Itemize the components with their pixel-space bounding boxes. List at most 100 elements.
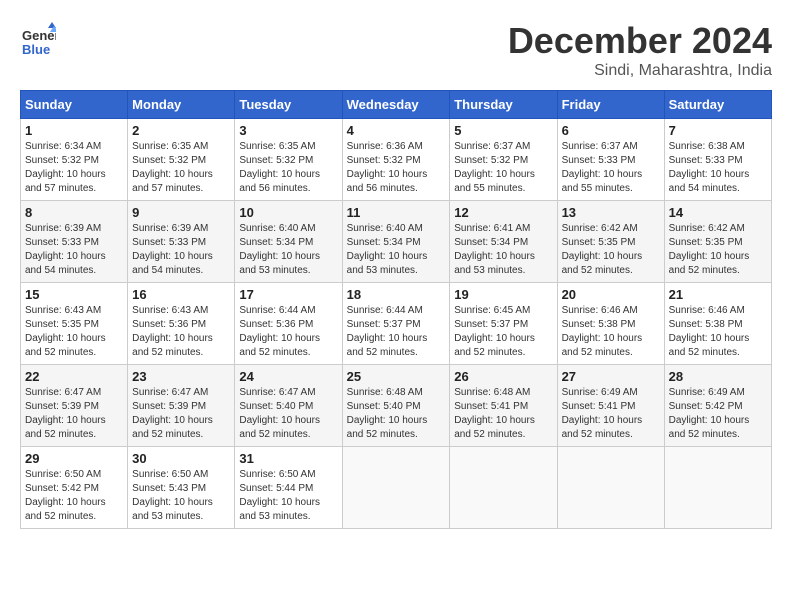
day-number: 7 <box>669 123 767 138</box>
calendar-week-row: 22 Sunrise: 6:47 AM Sunset: 5:39 PM Dayli… <box>21 365 772 447</box>
calendar-cell: 9Sunrise: 6:39 AM Sunset: 5:33 PM Daylig… <box>128 201 235 283</box>
day-info: Sunrise: 6:43 AM Sunset: 5:35 PM Dayligh… <box>25 304 123 360</box>
weekday-header: Wednesday <box>342 91 450 119</box>
day-info: Sunrise: 6:42 AM Sunset: 5:35 PM Dayligh… <box>562 222 660 278</box>
title-block: December 2024 Sindi, Maharashtra, India <box>508 20 772 80</box>
weekday-header: Monday <box>128 91 235 119</box>
day-number: 14 <box>669 205 767 220</box>
day-info: Sunrise: 6:45 AM Sunset: 5:37 PM Dayligh… <box>454 304 552 360</box>
day-info: Sunrise: 6:37 AM Sunset: 5:32 PM Dayligh… <box>454 140 552 196</box>
calendar-cell: 30 Sunrise: 6:50 AM Sunset: 5:43 PM Dayli… <box>128 447 235 529</box>
day-number: 18 <box>347 287 446 302</box>
day-info: Sunrise: 6:38 AM Sunset: 5:33 PM Dayligh… <box>669 140 767 196</box>
day-info: Sunrise: 6:48 AM Sunset: 5:41 PM Dayligh… <box>454 386 552 442</box>
day-number: 21 <box>669 287 767 302</box>
calendar-cell: 15 Sunrise: 6:43 AM Sunset: 5:35 PM Dayli… <box>21 283 128 365</box>
day-number: 15 <box>25 287 123 302</box>
day-info: Sunrise: 6:49 AM Sunset: 5:42 PM Dayligh… <box>669 386 767 442</box>
day-info: Sunrise: 6:39 AM Sunset: 5:33 PM Dayligh… <box>132 222 230 278</box>
day-number: 17 <box>239 287 337 302</box>
day-number: 5 <box>454 123 552 138</box>
calendar-cell: 23 Sunrise: 6:47 AM Sunset: 5:39 PM Dayli… <box>128 365 235 447</box>
day-info: Sunrise: 6:34 AM Sunset: 5:32 PM Dayligh… <box>25 140 123 196</box>
calendar-week-row: 1 Sunrise: 6:34 AM Sunset: 5:32 PM Daylig… <box>21 119 772 201</box>
calendar-cell: 2Sunrise: 6:35 AM Sunset: 5:32 PM Daylig… <box>128 119 235 201</box>
calendar-cell: 21 Sunrise: 6:46 AM Sunset: 5:38 PM Dayli… <box>664 283 771 365</box>
calendar-week-row: 15 Sunrise: 6:43 AM Sunset: 5:35 PM Dayli… <box>21 283 772 365</box>
calendar-cell <box>342 447 450 529</box>
calendar-cell: 18 Sunrise: 6:44 AM Sunset: 5:37 PM Dayli… <box>342 283 450 365</box>
day-info: Sunrise: 6:46 AM Sunset: 5:38 PM Dayligh… <box>669 304 767 360</box>
day-info: Sunrise: 6:39 AM Sunset: 5:33 PM Dayligh… <box>25 222 123 278</box>
calendar-cell: 6Sunrise: 6:37 AM Sunset: 5:33 PM Daylig… <box>557 119 664 201</box>
weekday-header: Friday <box>557 91 664 119</box>
day-info: Sunrise: 6:50 AM Sunset: 5:42 PM Dayligh… <box>25 468 123 524</box>
calendar-cell: 5 Sunrise: 6:37 AM Sunset: 5:32 PM Daylig… <box>450 119 557 201</box>
day-number: 22 <box>25 369 123 384</box>
weekday-header: Saturday <box>664 91 771 119</box>
calendar-cell: 12 Sunrise: 6:41 AM Sunset: 5:34 PM Dayli… <box>450 201 557 283</box>
calendar-cell: 11 Sunrise: 6:40 AM Sunset: 5:34 PM Dayli… <box>342 201 450 283</box>
calendar-cell: 24Sunrise: 6:47 AM Sunset: 5:40 PM Dayli… <box>235 365 342 447</box>
day-number: 28 <box>669 369 767 384</box>
day-number: 27 <box>562 369 660 384</box>
day-info: Sunrise: 6:46 AM Sunset: 5:38 PM Dayligh… <box>562 304 660 360</box>
day-info: Sunrise: 6:35 AM Sunset: 5:32 PM Dayligh… <box>239 140 337 196</box>
day-number: 25 <box>347 369 446 384</box>
calendar-cell <box>557 447 664 529</box>
svg-text:General: General <box>22 28 56 43</box>
calendar-cell: 29 Sunrise: 6:50 AM Sunset: 5:42 PM Dayli… <box>21 447 128 529</box>
day-info: Sunrise: 6:44 AM Sunset: 5:36 PM Dayligh… <box>239 304 337 360</box>
day-number: 10 <box>239 205 337 220</box>
day-info: Sunrise: 6:40 AM Sunset: 5:34 PM Dayligh… <box>239 222 337 278</box>
day-number: 29 <box>25 451 123 466</box>
calendar-cell: 10 Sunrise: 6:40 AM Sunset: 5:34 PM Dayli… <box>235 201 342 283</box>
day-info: Sunrise: 6:48 AM Sunset: 5:40 PM Dayligh… <box>347 386 446 442</box>
calendar-cell: 3 Sunrise: 6:35 AM Sunset: 5:32 PM Daylig… <box>235 119 342 201</box>
calendar-cell: 22 Sunrise: 6:47 AM Sunset: 5:39 PM Dayli… <box>21 365 128 447</box>
day-number: 8 <box>25 205 123 220</box>
day-number: 26 <box>454 369 552 384</box>
calendar-cell: 19Sunrise: 6:45 AM Sunset: 5:37 PM Dayli… <box>450 283 557 365</box>
weekday-header: Thursday <box>450 91 557 119</box>
day-number: 1 <box>25 123 123 138</box>
day-number: 30 <box>132 451 230 466</box>
day-number: 3 <box>239 123 337 138</box>
day-number: 12 <box>454 205 552 220</box>
day-number: 11 <box>347 205 446 220</box>
calendar-cell: 31 Sunrise: 6:50 AM Sunset: 5:44 PM Dayli… <box>235 447 342 529</box>
calendar-cell: 28 Sunrise: 6:49 AM Sunset: 5:42 PM Dayli… <box>664 365 771 447</box>
calendar-table: SundayMondayTuesdayWednesdayThursdayFrid… <box>20 90 772 529</box>
day-info: Sunrise: 6:50 AM Sunset: 5:44 PM Dayligh… <box>239 468 337 524</box>
day-number: 13 <box>562 205 660 220</box>
day-info: Sunrise: 6:37 AM Sunset: 5:33 PM Dayligh… <box>562 140 660 196</box>
calendar-cell: 8 Sunrise: 6:39 AM Sunset: 5:33 PM Daylig… <box>21 201 128 283</box>
calendar-cell <box>664 447 771 529</box>
day-info: Sunrise: 6:41 AM Sunset: 5:34 PM Dayligh… <box>454 222 552 278</box>
day-number: 24 <box>239 369 337 384</box>
day-info: Sunrise: 6:47 AM Sunset: 5:39 PM Dayligh… <box>132 386 230 442</box>
day-number: 23 <box>132 369 230 384</box>
calendar-week-row: 8 Sunrise: 6:39 AM Sunset: 5:33 PM Daylig… <box>21 201 772 283</box>
svg-text:Blue: Blue <box>22 42 50 56</box>
day-info: Sunrise: 6:50 AM Sunset: 5:43 PM Dayligh… <box>132 468 230 524</box>
day-info: Sunrise: 6:36 AM Sunset: 5:32 PM Dayligh… <box>347 140 446 196</box>
day-number: 2 <box>132 123 230 138</box>
day-info: Sunrise: 6:44 AM Sunset: 5:37 PM Dayligh… <box>347 304 446 360</box>
calendar-cell: 16Sunrise: 6:43 AM Sunset: 5:36 PM Dayli… <box>128 283 235 365</box>
calendar-cell: 1 Sunrise: 6:34 AM Sunset: 5:32 PM Daylig… <box>21 119 128 201</box>
day-info: Sunrise: 6:47 AM Sunset: 5:39 PM Dayligh… <box>25 386 123 442</box>
day-info: Sunrise: 6:49 AM Sunset: 5:41 PM Dayligh… <box>562 386 660 442</box>
calendar-cell: 7 Sunrise: 6:38 AM Sunset: 5:33 PM Daylig… <box>664 119 771 201</box>
calendar-cell: 13 Sunrise: 6:42 AM Sunset: 5:35 PM Dayli… <box>557 201 664 283</box>
day-number: 31 <box>239 451 337 466</box>
calendar-cell: 4 Sunrise: 6:36 AM Sunset: 5:32 PM Daylig… <box>342 119 450 201</box>
day-info: Sunrise: 6:40 AM Sunset: 5:34 PM Dayligh… <box>347 222 446 278</box>
calendar-cell <box>450 447 557 529</box>
day-number: 20 <box>562 287 660 302</box>
calendar-cell: 17 Sunrise: 6:44 AM Sunset: 5:36 PM Dayli… <box>235 283 342 365</box>
weekday-header: Tuesday <box>235 91 342 119</box>
day-number: 4 <box>347 123 446 138</box>
weekday-header: Sunday <box>21 91 128 119</box>
calendar-cell: 26 Sunrise: 6:48 AM Sunset: 5:41 PM Dayli… <box>450 365 557 447</box>
